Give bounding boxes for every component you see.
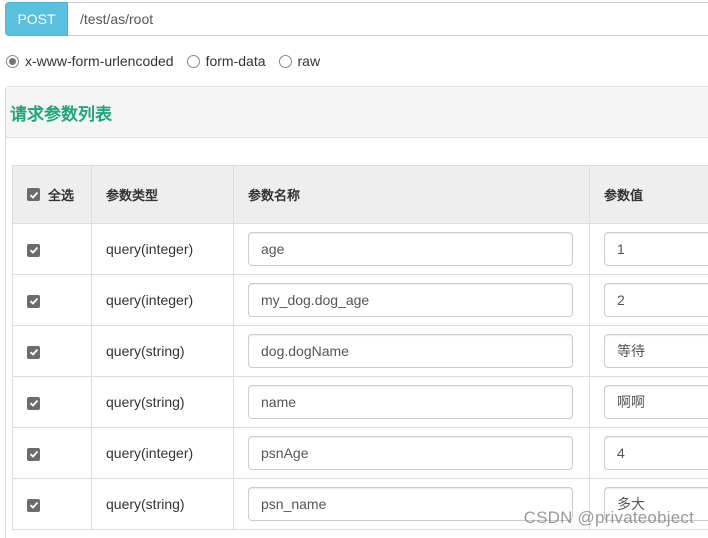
table-row: query(string) psn_name 多大 <box>12 478 708 530</box>
row-checkbox-cell <box>12 325 92 377</box>
param-name-input[interactable]: name <box>248 385 573 419</box>
table-row: query(integer) age 1 <box>12 223 708 275</box>
param-name-input[interactable]: psnAge <box>248 436 573 470</box>
row-checkbox[interactable] <box>27 243 40 257</box>
row-checkbox[interactable] <box>27 447 40 461</box>
row-checkbox[interactable] <box>27 294 40 308</box>
param-name-cell: name <box>233 376 590 428</box>
param-value-input[interactable]: 1 <box>604 232 708 266</box>
row-checkbox-cell <box>12 376 92 428</box>
param-name-cell: age <box>233 223 590 275</box>
table-row: query(integer) psnAge 4 <box>12 427 708 479</box>
radio-unchecked-icon[interactable] <box>186 54 200 68</box>
method-button[interactable]: POST <box>5 2 68 36</box>
url-input[interactable]: /test/as/root <box>68 2 708 36</box>
param-value-input[interactable]: 4 <box>604 436 708 470</box>
params-panel: 请求参数列表 全选 参数类型 参数名称 参数值 query(integer) a… <box>5 86 708 538</box>
panel-title: 请求参数列表 <box>10 104 112 124</box>
param-type: query(string) <box>91 376 234 428</box>
param-value-input[interactable]: 2 <box>604 283 708 317</box>
param-type: query(integer) <box>91 223 234 275</box>
header-value: 参数值 <box>589 165 708 224</box>
radio-label: raw <box>297 53 321 69</box>
check-icon <box>29 451 38 459</box>
select-all-label: 全选 <box>48 188 75 203</box>
param-value-input[interactable]: 多大 <box>604 487 708 521</box>
row-checkbox[interactable] <box>27 345 40 359</box>
panel-heading: 请求参数列表 <box>6 87 708 138</box>
row-checkbox-cell <box>12 478 92 530</box>
radio-unchecked-icon[interactable] <box>278 54 292 68</box>
param-type: query(integer) <box>91 427 234 479</box>
param-value-cell: 4 <box>589 427 708 479</box>
radio-x-www-form-urlencoded[interactable]: x-www-form-urlencoded <box>6 53 174 69</box>
body-type-selector: x-www-form-urlencoded form-data raw <box>6 53 333 69</box>
table-row: query(string) dog.dogName 等待 <box>12 325 708 377</box>
row-checkbox[interactable] <box>27 396 40 410</box>
param-value-input[interactable]: 啊啊 <box>604 385 708 419</box>
row-checkbox-cell <box>12 223 92 275</box>
param-name-input[interactable]: psn_name <box>248 487 573 521</box>
radio-checked-icon[interactable] <box>6 54 19 68</box>
select-all-checkbox[interactable] <box>27 188 40 201</box>
radio-label: form-data <box>205 53 266 69</box>
param-value-cell: 1 <box>589 223 708 275</box>
param-value-cell: 2 <box>589 274 708 326</box>
param-name-input[interactable]: age <box>248 232 573 266</box>
check-icon <box>29 400 38 408</box>
check-icon <box>29 247 38 255</box>
radio-form-data[interactable]: form-data <box>186 53 266 69</box>
param-value-cell: 等待 <box>589 325 708 377</box>
table-row: query(string) name 啊啊 <box>12 376 708 428</box>
check-icon <box>29 502 38 510</box>
param-name-input[interactable]: my_dog.dog_age <box>248 283 573 317</box>
check-icon <box>29 191 38 199</box>
radio-raw[interactable]: raw <box>278 53 321 69</box>
table-header-row: 全选 参数类型 参数名称 参数值 <box>12 165 708 224</box>
param-name-cell: my_dog.dog_age <box>233 274 590 326</box>
url-bar: POST /test/as/root <box>5 2 708 36</box>
param-name-cell: psnAge <box>233 427 590 479</box>
row-checkbox-cell <box>12 274 92 326</box>
param-type: query(string) <box>91 325 234 377</box>
check-icon <box>29 298 38 306</box>
param-type: query(string) <box>91 478 234 530</box>
header-select-all: 全选 <box>12 165 92 224</box>
param-value-input[interactable]: 等待 <box>604 334 708 368</box>
check-icon <box>29 349 38 357</box>
param-type: query(integer) <box>91 274 234 326</box>
row-checkbox-cell <box>12 427 92 479</box>
table-row: query(integer) my_dog.dog_age 2 <box>12 274 708 326</box>
row-checkbox[interactable] <box>27 498 40 512</box>
params-table: 全选 参数类型 参数名称 参数值 query(integer) age 1 qu… <box>12 165 708 530</box>
param-name-input[interactable]: dog.dogName <box>248 334 573 368</box>
radio-label: x-www-form-urlencoded <box>25 53 174 69</box>
param-value-cell: 多大 <box>589 478 708 530</box>
header-type: 参数类型 <box>91 165 234 224</box>
param-name-cell: dog.dogName <box>233 325 590 377</box>
param-name-cell: psn_name <box>233 478 590 530</box>
header-name: 参数名称 <box>233 165 590 224</box>
param-value-cell: 啊啊 <box>589 376 708 428</box>
